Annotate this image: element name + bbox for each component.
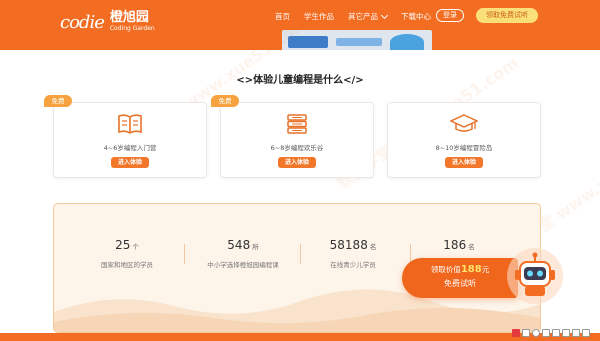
- nav-download-center[interactable]: 下载中心: [401, 11, 431, 22]
- shirt-icon[interactable]: [572, 329, 580, 337]
- robot-mascot-icon[interactable]: [505, 246, 565, 306]
- stat-number: 186: [443, 238, 467, 252]
- stat-fourth: 186 名: [404, 234, 514, 259]
- chevron-down-icon: [380, 11, 389, 19]
- enter-experience-button[interactable]: 进入体验: [445, 157, 483, 168]
- punctuation-icon[interactable]: [542, 329, 550, 337]
- hero-shape: [390, 34, 424, 50]
- lang-icon[interactable]: [522, 329, 530, 337]
- user-icon[interactable]: [562, 329, 570, 337]
- free-badge: 免费: [44, 95, 72, 107]
- stat-unit: 个: [132, 243, 139, 251]
- books-stack-icon: [221, 113, 373, 139]
- card-label: 4~6岁编程入门营: [103, 144, 157, 152]
- cta-line-1: 领取价值188元: [402, 264, 518, 275]
- stat-label: 国家和地区的学员: [101, 261, 153, 269]
- course-card-6-8[interactable]: 6~8岁编程欢乐谷 进入体验: [220, 102, 374, 178]
- hero-shape: [336, 38, 382, 46]
- stat-unit: 所: [252, 243, 259, 251]
- stat-divider: [184, 244, 185, 264]
- stat-unit: 名: [369, 243, 377, 251]
- logo-mark: codie: [60, 11, 105, 33]
- logo-text: 橙旭园 Coding Garden: [110, 11, 155, 33]
- stat-label: 在线青少儿学员: [330, 261, 376, 269]
- keyboard-icon[interactable]: [552, 329, 560, 337]
- stat-unit: 名: [468, 243, 475, 251]
- card-label: 8~10岁编程冒险岛: [435, 144, 493, 152]
- footer-strip: [0, 333, 600, 341]
- logo-subtitle: Coding Garden: [109, 25, 155, 32]
- card-label: 6~8岁编程欢乐谷: [270, 144, 324, 152]
- site-logo[interactable]: codie 橙旭园 Coding Garden: [60, 8, 155, 36]
- free-trial-button[interactable]: 领取免费试听: [476, 8, 538, 23]
- grid-icon[interactable]: [582, 329, 590, 337]
- ime-icon[interactable]: [512, 329, 520, 337]
- floating-trial-cta[interactable]: 领取价值188元 免费试听: [402, 258, 518, 298]
- graduation-cap-icon: [388, 113, 540, 139]
- logo-name: 橙旭园: [109, 10, 149, 25]
- nav-other-products-label: 其它产品: [348, 12, 378, 21]
- course-card-8-10[interactable]: 8~10岁编程冒险岛 进入体验: [387, 102, 541, 178]
- cta-amount: 188: [460, 264, 482, 275]
- cta-suffix: 元: [481, 265, 490, 274]
- free-badge: 免费: [211, 95, 239, 107]
- cta-prefix: 领取价值: [430, 265, 461, 274]
- section-title: <>体验儿童编程是什么</>: [236, 75, 364, 86]
- login-button[interactable]: 登录: [436, 9, 464, 22]
- stat-schools: 548 所 中小学选择橙旭园编程课: [188, 234, 298, 269]
- book-icon: [54, 113, 206, 139]
- enter-experience-button[interactable]: 进入体验: [111, 157, 149, 168]
- stat-label: 中小学选择橙旭园编程课: [207, 261, 279, 269]
- stat-online-students: 58188 名 在线青少儿学员: [298, 234, 408, 269]
- system-tray: [512, 325, 600, 341]
- course-card-4-6[interactable]: 4~6岁编程入门营 进入体验: [53, 102, 207, 178]
- nav-student-works[interactable]: 学生作品: [304, 11, 334, 22]
- stat-number: 25: [115, 238, 131, 252]
- moon-icon[interactable]: [532, 329, 540, 337]
- stat-number: 548: [227, 238, 251, 252]
- nav-other-products[interactable]: 其它产品: [348, 11, 389, 22]
- cta-line-2: 免费试听: [444, 279, 476, 288]
- stat-number: 58188: [329, 238, 368, 252]
- enter-experience-button[interactable]: 进入体验: [278, 157, 316, 168]
- stat-countries: 25 个 国家和地区的学员: [72, 234, 182, 269]
